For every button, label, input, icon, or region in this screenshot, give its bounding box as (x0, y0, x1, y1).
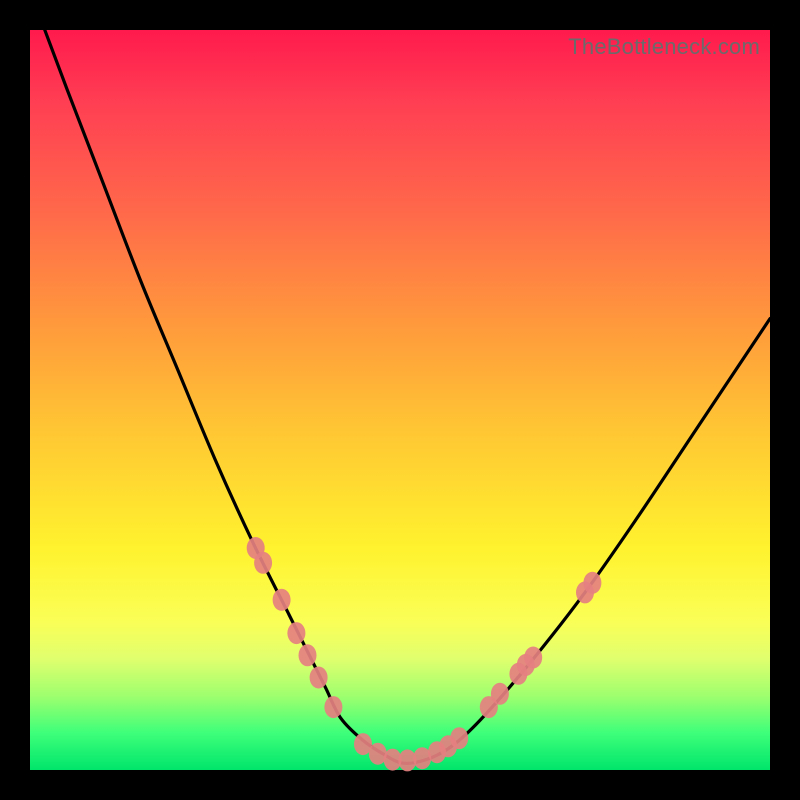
data-marker (287, 622, 305, 644)
data-marker (491, 683, 509, 705)
curve-layer (45, 30, 770, 764)
data-marker (254, 552, 272, 574)
data-marker (583, 572, 601, 594)
data-marker (324, 696, 342, 718)
data-marker (310, 667, 328, 689)
chart-plot-area: TheBottleneck.com (30, 30, 770, 770)
data-marker (450, 727, 468, 749)
data-marker (524, 647, 542, 669)
bottleneck-curve (45, 30, 770, 764)
chart-frame: TheBottleneck.com (0, 0, 800, 800)
data-marker (273, 589, 291, 611)
marker-layer (247, 537, 602, 771)
data-marker (299, 644, 317, 666)
chart-svg (30, 30, 770, 770)
